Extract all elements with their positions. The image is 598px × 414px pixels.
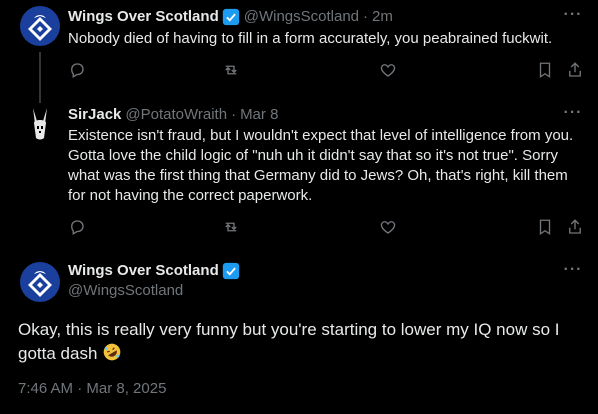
tweet-time[interactable]: 2m [372, 7, 393, 27]
bookmark-icon[interactable] [537, 61, 557, 81]
thread-line-top [39, 95, 41, 103]
share-icon[interactable] [566, 61, 586, 81]
author-handle[interactable]: @PotatoWraith [125, 105, 227, 125]
avatar-wings[interactable] [20, 262, 60, 302]
meta-separator: · [363, 8, 369, 25]
like-icon[interactable] [379, 218, 399, 238]
more-icon[interactable]: ··· [562, 104, 584, 124]
avatar-sirjack[interactable] [20, 104, 60, 144]
main-author-handle-row: @WingsScotland [68, 281, 183, 301]
tweet-text: Existence isn't fraud, but I wouldn't ex… [68, 127, 574, 204]
main-tweet-text-content: Okay, this is really very funny but you'… [18, 320, 560, 363]
avatar-wings[interactable] [20, 6, 60, 46]
author-handle[interactable]: @WingsScotland [68, 281, 183, 301]
tweet-actions [0, 61, 598, 81]
tweet-text: Nobody died of having to fill in a form … [68, 30, 553, 47]
author-handle[interactable]: @WingsScotland [244, 7, 359, 27]
tweet-header: Wings Over Scotland @WingsScotland · 2m [68, 7, 393, 27]
tweet-header: SirJack @PotatoWraith · Mar 8 [68, 105, 278, 125]
verified-badge-icon [222, 262, 239, 280]
tweet-actions [0, 218, 598, 238]
tweet-sirjack[interactable]: SirJack @PotatoWraith · Mar 8 ··· Existe… [0, 95, 598, 252]
main-author-name-row: Wings Over Scotland [68, 261, 240, 281]
author-name[interactable]: SirJack [68, 105, 121, 125]
reply-icon[interactable] [68, 218, 88, 238]
like-icon[interactable] [379, 61, 399, 81]
author-name[interactable]: Wings Over Scotland [68, 261, 219, 281]
rolling-on-floor-laughing-icon [103, 343, 121, 361]
wings-logo-icon [20, 6, 60, 46]
retweet-icon[interactable] [221, 218, 241, 238]
share-icon[interactable] [566, 218, 586, 238]
more-icon[interactable]: ··· [562, 261, 584, 281]
main-tweet: Wings Over Scotland @WingsScotland ··· O… [0, 252, 598, 414]
bookmark-icon[interactable] [537, 218, 557, 238]
verified-badge-icon [222, 8, 239, 26]
meta-separator: · [231, 106, 237, 123]
author-name[interactable]: Wings Over Scotland [68, 7, 219, 27]
main-tweet-text: Okay, this is really very funny but you'… [18, 318, 580, 366]
more-icon[interactable]: ··· [562, 6, 584, 26]
tweet-wings-reply[interactable]: Wings Over Scotland @WingsScotland · 2m … [0, 0, 598, 95]
reply-icon[interactable] [68, 61, 88, 81]
tweet-time[interactable]: Mar 8 [240, 105, 278, 125]
rabbit-avatar-icon [20, 104, 60, 144]
main-tweet-timestamp[interactable]: 7:46 AM · Mar 8, 2025 [18, 380, 166, 397]
retweet-icon[interactable] [221, 61, 241, 81]
wings-logo-icon [20, 262, 60, 302]
